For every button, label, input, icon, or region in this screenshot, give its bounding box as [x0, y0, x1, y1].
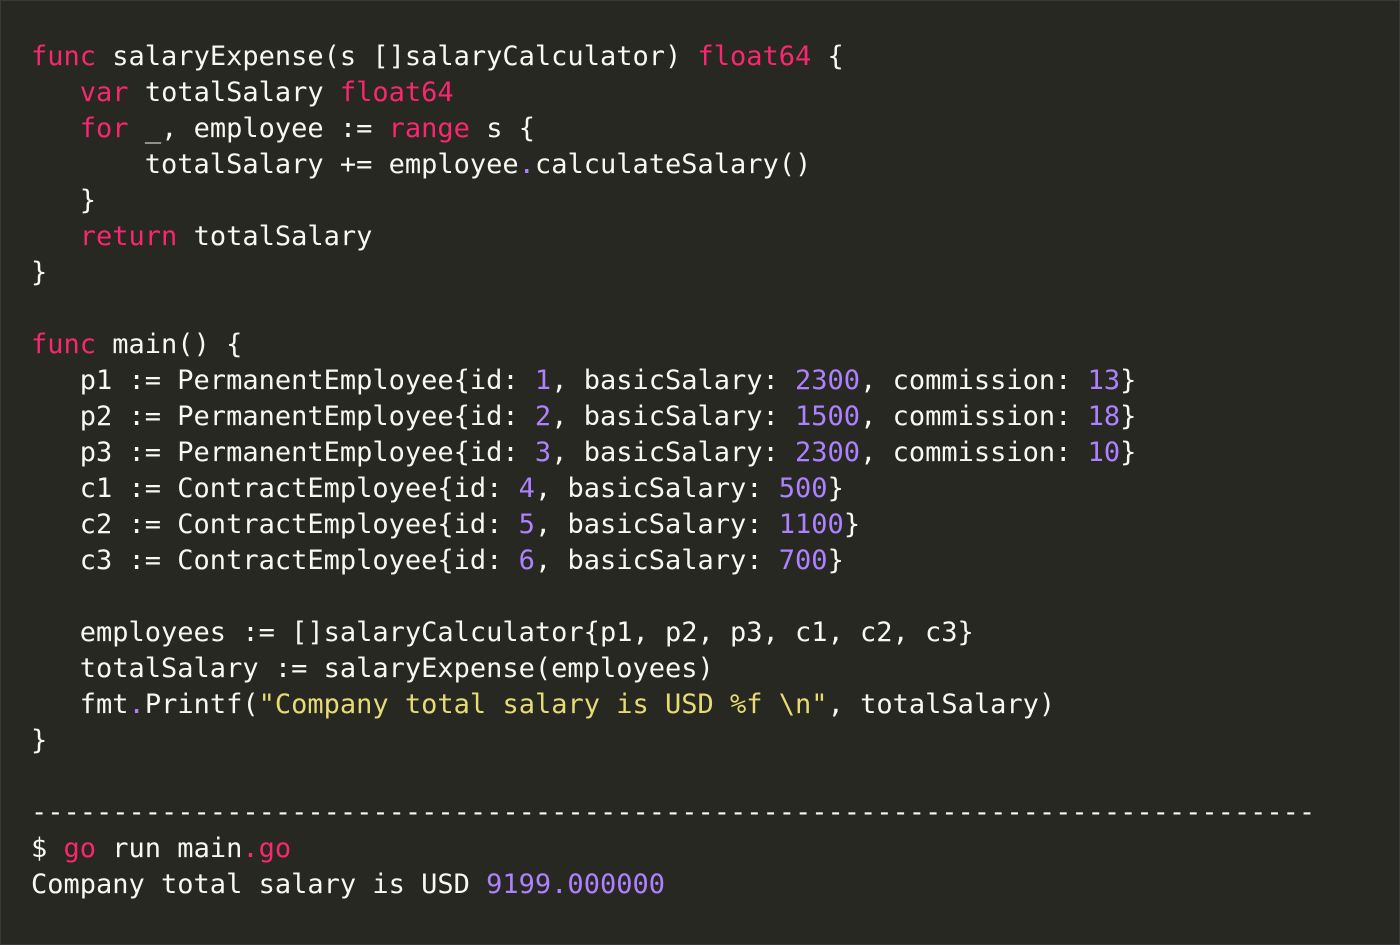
code-token: salaryExpense(s []salaryCalculator)	[96, 41, 698, 72]
code-token: , commission:	[860, 401, 1088, 432]
code-line: p3 := PermanentEmployee{id: 3, basicSala…	[31, 435, 1399, 471]
code-token: ----------------------------------------…	[31, 797, 1316, 828]
code-line: c1 := ContractEmployee{id: 4, basicSalar…	[31, 471, 1399, 507]
code-token: 1	[534, 365, 552, 396]
code-token: 13	[1087, 365, 1121, 396]
code-token: fmt	[31, 689, 129, 720]
code-token: run main	[96, 833, 243, 864]
code-token: _, employee :=	[128, 113, 389, 144]
code-token: }	[843, 509, 861, 540]
code-token: float64	[339, 77, 454, 108]
code-line: func salaryExpense(s []salaryCalculator)…	[31, 39, 1399, 75]
code-token: func	[31, 41, 97, 72]
code-token: c3 := ContractEmployee{id:	[31, 545, 519, 576]
code-token: , basicSalary:	[534, 473, 779, 504]
code-token: 1100	[778, 509, 844, 540]
code-token: employees := []salaryCalculator{p1, p2, …	[31, 617, 974, 648]
code-token: , basicSalary:	[551, 365, 796, 396]
code-line: c3 := ContractEmployee{id: 6, basicSalar…	[31, 543, 1399, 579]
code-token: , commission:	[860, 365, 1088, 396]
code-line: totalSalary := salaryExpense(employees)	[31, 651, 1399, 687]
code-token: 2300	[795, 365, 861, 396]
code-token: 2300	[795, 437, 861, 468]
code-token: p3 := PermanentEmployee{id:	[31, 437, 535, 468]
code-line: for _, employee := range s {	[31, 111, 1399, 147]
code-token: Printf(	[144, 689, 259, 720]
code-line: func main() {	[31, 327, 1399, 363]
code-token: 6	[518, 545, 535, 576]
code-token: range	[388, 113, 470, 144]
code-token: p1 := PermanentEmployee{id:	[31, 365, 535, 396]
code-token: 9199.000000	[486, 869, 665, 900]
code-token: $	[31, 833, 64, 864]
code-token: p2 := PermanentEmployee{id:	[31, 401, 535, 432]
code-token: , commission:	[860, 437, 1088, 468]
code-line: c2 := ContractEmployee{id: 5, basicSalar…	[31, 507, 1399, 543]
code-token: .go	[242, 833, 292, 864]
code-line: p2 := PermanentEmployee{id: 2, basicSala…	[31, 399, 1399, 435]
code-token: }	[31, 257, 48, 288]
code-token: .	[518, 149, 535, 180]
code-token: func	[31, 329, 97, 360]
code-token: , basicSalary:	[551, 401, 796, 432]
code-token: {	[811, 41, 844, 72]
code-line: }	[31, 723, 1399, 759]
code-token: }	[827, 473, 844, 504]
code-token: 5	[518, 509, 535, 540]
code-token: }	[827, 545, 844, 576]
code-line: ----------------------------------------…	[31, 795, 1399, 831]
code-line: return totalSalary	[31, 219, 1399, 255]
code-token: totalSalary	[128, 77, 340, 108]
code-token: }	[31, 725, 48, 756]
code-token: 2	[534, 401, 552, 432]
code-token: 4	[518, 473, 535, 504]
code-token: 700	[778, 545, 828, 576]
code-line: employees := []salaryCalculator{p1, p2, …	[31, 615, 1399, 651]
code-line: var totalSalary float64	[31, 75, 1399, 111]
code-token: 1500	[795, 401, 861, 432]
code-line: p1 := PermanentEmployee{id: 1, basicSala…	[31, 363, 1399, 399]
code-token: }	[1120, 365, 1137, 396]
code-token: c2 := ContractEmployee{id:	[31, 509, 519, 540]
code-token: 10	[1087, 437, 1121, 468]
code-token: float64	[697, 41, 812, 72]
code-token: "Company total salary is USD %f \n"	[258, 689, 828, 720]
code-token: for	[79, 113, 129, 144]
code-token: , basicSalary:	[534, 509, 779, 540]
code-token: }	[1120, 401, 1137, 432]
code-token: main() {	[96, 329, 243, 360]
code-token: , totalSalary)	[827, 689, 1056, 720]
code-token: 3	[534, 437, 552, 468]
code-token: return	[79, 221, 178, 252]
code-token: totalSalary := salaryExpense(employees)	[31, 653, 714, 684]
code-token: totalSalary	[177, 221, 373, 252]
code-token: .	[128, 689, 145, 720]
code-token: , basicSalary:	[534, 545, 779, 576]
code-token: calculateSalary()	[534, 149, 812, 180]
code-token: s {	[469, 113, 535, 144]
code-token: totalSalary += employee	[31, 149, 519, 180]
code-line: $ go run main.go	[31, 831, 1399, 867]
code-line: }	[31, 255, 1399, 291]
code-token: go	[63, 833, 97, 864]
code-token: }	[31, 185, 97, 216]
code-token: Company total salary is USD	[31, 869, 487, 900]
code-token: 500	[778, 473, 828, 504]
code-line: Company total salary is USD 9199.000000	[31, 867, 1399, 903]
code-line: }	[31, 183, 1399, 219]
code-token: , basicSalary:	[551, 437, 796, 468]
code-token: }	[1120, 437, 1137, 468]
code-token: var	[79, 77, 129, 108]
code-token: c1 := ContractEmployee{id:	[31, 473, 519, 504]
code-line: fmt.Printf("Company total salary is USD …	[31, 687, 1399, 723]
code-token: 18	[1087, 401, 1121, 432]
code-editor: func salaryExpense(s []salaryCalculator)…	[0, 0, 1400, 945]
code-line: totalSalary += employee.calculateSalary(…	[31, 147, 1399, 183]
